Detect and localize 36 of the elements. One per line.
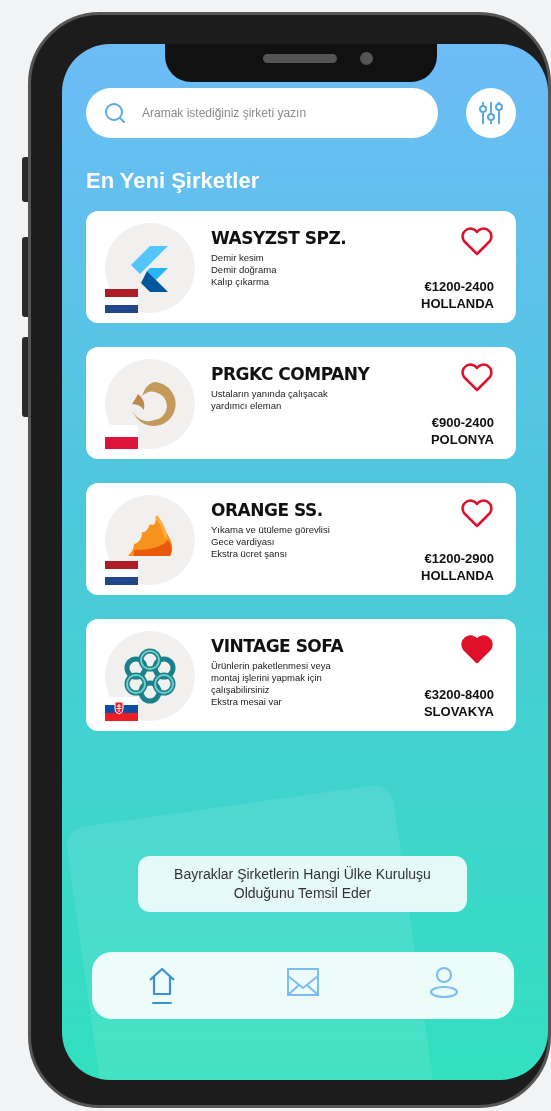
salary-range: €1200-2400: [423, 277, 494, 296]
job-detail: Ekstra mesai var: [211, 696, 283, 708]
company-card[interactable]: PRGKC COMPANY Ustaların yanında çalışacak yardımcı eleman €900-2400 POLONYA: [86, 347, 516, 459]
company-name: WASYZST SPZ.: [211, 228, 348, 249]
job-detail: Ekstra ücret şansı: [211, 548, 289, 560]
salary-range: €3200-8400: [423, 685, 494, 704]
filter-button[interactable]: [466, 88, 516, 138]
job-detail: Ustaların yanında çalışacak yardımcı eleman: [211, 388, 329, 413]
company-name: ORANGE SS.: [211, 500, 324, 521]
job-detail: Gece vardiyası: [211, 536, 276, 549]
favorite-button[interactable]: [460, 363, 494, 393]
country-name: SLOVAKYA: [423, 703, 494, 721]
search-field[interactable]: Aramak istediğiniz şirketi yazın: [86, 88, 438, 138]
search-icon: [104, 102, 126, 124]
country-name: HOLLANDA: [421, 295, 494, 313]
job-detail: Demir kesim: [211, 252, 265, 265]
job-detail: Yıkama ve ütüleme görevlisi: [211, 524, 331, 537]
salary-range: €1200-2900: [423, 549, 494, 568]
search-input[interactable]: Aramak istediğiniz şirketi yazın: [140, 103, 420, 123]
job-detail: Ürünlerin paketlenmesi veya montaj işlerini yapmak için çalışabilirsiniz: [211, 660, 332, 696]
sliders-icon: [478, 100, 504, 126]
favorite-button[interactable]: [460, 499, 494, 529]
job-detail: Demir doğrama: [211, 264, 278, 277]
section-title: En Yeni Şirketler: [86, 167, 261, 195]
company-card[interactable]: ORANGE SS. Yıkama ve ütüleme görevlisi Gece vardiyası Ekstra ücret şansı €1200-2900 HOLLANDA: [86, 483, 516, 595]
country-name: POLONYA: [430, 431, 494, 449]
company-card[interactable]: VINTAGE SOFA Ürünlerin paketlenmesi veya montaj işlerini yapmak için çalışabilirsiniz Ekstra mesai var €3200-8400 SLOVAKYA: [86, 619, 516, 731]
job-detail: Kalıp çıkarma: [211, 276, 271, 288]
favorite-button[interactable]: [460, 227, 494, 257]
info-note: Bayraklar Şirketlerin Hangi Ülke Kuruluşu Olduğunu Temsil Eder: [138, 856, 467, 912]
salary-range: €900-2400: [430, 413, 494, 432]
company-name: VINTAGE SOFA: [211, 636, 345, 657]
company-name: PRGKC COMPANY: [211, 364, 371, 385]
company-card[interactable]: WASYZST SPZ. Demir kesim Demir doğrama Kalıp çıkarma €1200-2400 HOLLANDA: [86, 211, 516, 323]
country-name: HOLLANDA: [421, 567, 494, 585]
favorite-button[interactable]: [460, 635, 494, 665]
